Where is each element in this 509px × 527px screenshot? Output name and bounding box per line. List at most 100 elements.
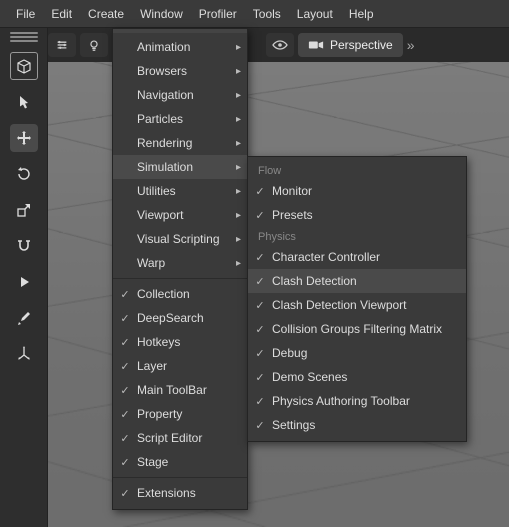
light-icon[interactable] [80, 33, 108, 57]
check-icon: ✓ [254, 299, 266, 312]
submenu-arrow-icon: ▸ [236, 90, 241, 101]
menuitem-label: Clash Detection Viewport [272, 298, 407, 312]
menuitem-label: Settings [272, 418, 315, 432]
menuitem-viewport[interactable]: Viewport▸ [113, 203, 247, 227]
simulation-submenu: Flow✓Monitor✓PresetsPhysics✓Character Co… [247, 156, 467, 442]
check-icon: ✓ [119, 288, 131, 301]
check-icon: ✓ [119, 487, 131, 500]
brush-icon[interactable] [10, 304, 38, 332]
camera-selector[interactable]: Perspective [298, 33, 403, 57]
check-icon: ✓ [254, 419, 266, 432]
play-icon[interactable] [10, 268, 38, 296]
settings-icon[interactable] [48, 33, 76, 57]
submenu-arrow-icon: ▸ [236, 66, 241, 77]
menu-tools[interactable]: Tools [245, 3, 289, 25]
scale-icon[interactable] [10, 196, 38, 224]
check-icon: ✓ [254, 347, 266, 360]
menuitem-label: DeepSearch [137, 311, 204, 325]
menuitem-particles[interactable]: Particles▸ [113, 107, 247, 131]
menuitem-label: Browsers [137, 64, 187, 78]
menuitem-physics-authoring-toolbar[interactable]: ✓ Physics Authoring Toolbar [248, 389, 466, 413]
menuitem-hotkeys[interactable]: ✓ Hotkeys [113, 330, 247, 354]
submenu-arrow-icon: ▸ [236, 162, 241, 173]
menuitem-visual-scripting[interactable]: Visual Scripting▸ [113, 227, 247, 251]
menuitem-label: Rendering [137, 136, 192, 150]
submenu-arrow-icon: ▸ [236, 42, 241, 53]
check-icon: ✓ [119, 360, 131, 373]
check-icon: ✓ [254, 251, 266, 264]
move-icon[interactable] [10, 124, 38, 152]
menu-layout[interactable]: Layout [289, 3, 341, 25]
menuitem-collection[interactable]: ✓Collection [113, 282, 247, 306]
menuitem-label: Demo Scenes [272, 370, 347, 384]
menuitem-label: Debug [272, 346, 307, 360]
submenu-arrow-icon: ▸ [236, 210, 241, 221]
menu-file[interactable]: File [8, 3, 43, 25]
check-icon: ✓ [119, 408, 131, 421]
submenu-header: Flow [248, 161, 466, 179]
menuitem-label: Physics Authoring Toolbar [272, 394, 410, 408]
menuitem-label: Hotkeys [137, 335, 180, 349]
menuitem-utilities[interactable]: Utilities ▸ [113, 179, 247, 203]
check-icon: ✓ [119, 456, 131, 469]
menuitem-monitor[interactable]: ✓Monitor [248, 179, 466, 203]
menuitem-clash-detection[interactable]: ✓Clash Detection [248, 269, 466, 293]
left-dock [0, 28, 48, 527]
cursor-icon[interactable] [10, 88, 38, 116]
menuitem-label: Monitor [272, 184, 312, 198]
menu-create[interactable]: Create [80, 3, 132, 25]
menuitem-label: Collision Groups Filtering Matrix [272, 322, 442, 336]
menuitem-label: Presets [272, 208, 313, 222]
menuitem-deepsearch[interactable]: ✓ DeepSearch [113, 306, 247, 330]
menuitem-label: Layer [137, 359, 167, 373]
menuitem-browsers[interactable]: Browsers ▸ [113, 59, 247, 83]
menuitem-simulation[interactable]: Simulation▸ [113, 155, 247, 179]
menuitem-navigation[interactable]: Navigation ▸ [113, 83, 247, 107]
check-icon: ✓ [119, 384, 131, 397]
eye-icon[interactable] [266, 33, 294, 57]
snap-icon[interactable] [10, 232, 38, 260]
check-icon: ✓ [119, 432, 131, 445]
menuitem-label: Animation [137, 40, 190, 54]
menuitem-label: Main ToolBar [137, 383, 207, 397]
menuitem-debug[interactable]: ✓ Debug [248, 341, 466, 365]
menuitem-demo-scenes[interactable]: ✓ Demo Scenes [248, 365, 466, 389]
menuitem-character-controller[interactable]: ✓Character Controller [248, 245, 466, 269]
menu-profiler[interactable]: Profiler [191, 3, 245, 25]
check-icon: ✓ [254, 323, 266, 336]
menuitem-warp[interactable]: Warp ▸ [113, 251, 247, 275]
menuitem-main-toolbar[interactable]: ✓ Main ToolBar [113, 378, 247, 402]
menuitem-label: Particles [137, 112, 183, 126]
menu-edit[interactable]: Edit [43, 3, 80, 25]
check-icon: ✓ [254, 395, 266, 408]
menuitem-extensions[interactable]: ✓Extensions [113, 481, 247, 505]
menuitem-label: Stage [137, 455, 168, 469]
window-menu: Animation▸Browsers▸Navigation▸Particles▸… [112, 28, 248, 510]
menu-window[interactable]: Window [132, 3, 191, 25]
menuitem-presets[interactable]: ✓ Presets [248, 203, 466, 227]
submenu-arrow-icon: ▸ [236, 186, 241, 197]
axes-icon[interactable] [10, 340, 38, 368]
rotate-icon[interactable] [10, 160, 38, 188]
check-icon: ✓ [254, 371, 266, 384]
menuitem-rendering[interactable]: Rendering ▸ [113, 131, 247, 155]
menuitem-stage[interactable]: ✓ Stage [113, 450, 247, 474]
menuitem-collision-groups-filtering-matrix[interactable]: ✓ Collision Groups Filtering Matrix [248, 317, 466, 341]
check-icon: ✓ [254, 209, 266, 222]
submenu-arrow-icon: ▸ [236, 138, 241, 149]
menuitem-clash-detection-viewport[interactable]: ✓ Clash Detection Viewport [248, 293, 466, 317]
menuitem-label: Clash Detection [272, 274, 357, 288]
menuitem-script-editor[interactable]: ✓Script Editor [113, 426, 247, 450]
menuitem-animation[interactable]: Animation ▸ [113, 35, 247, 59]
menuitem-settings[interactable]: ✓ Settings [248, 413, 466, 437]
menuitem-label: Navigation [137, 88, 194, 102]
check-icon: ✓ [119, 336, 131, 349]
menuitem-label: Warp [137, 256, 165, 270]
menu-help[interactable]: Help [341, 3, 382, 25]
submenu-arrow-icon: ▸ [236, 258, 241, 269]
menuitem-label: Utilities [137, 184, 176, 198]
check-icon: ✓ [119, 312, 131, 325]
menuitem-layer[interactable]: ✓ Layer [113, 354, 247, 378]
menuitem-property[interactable]: ✓Property [113, 402, 247, 426]
expand-icon[interactable]: » [407, 33, 421, 57]
